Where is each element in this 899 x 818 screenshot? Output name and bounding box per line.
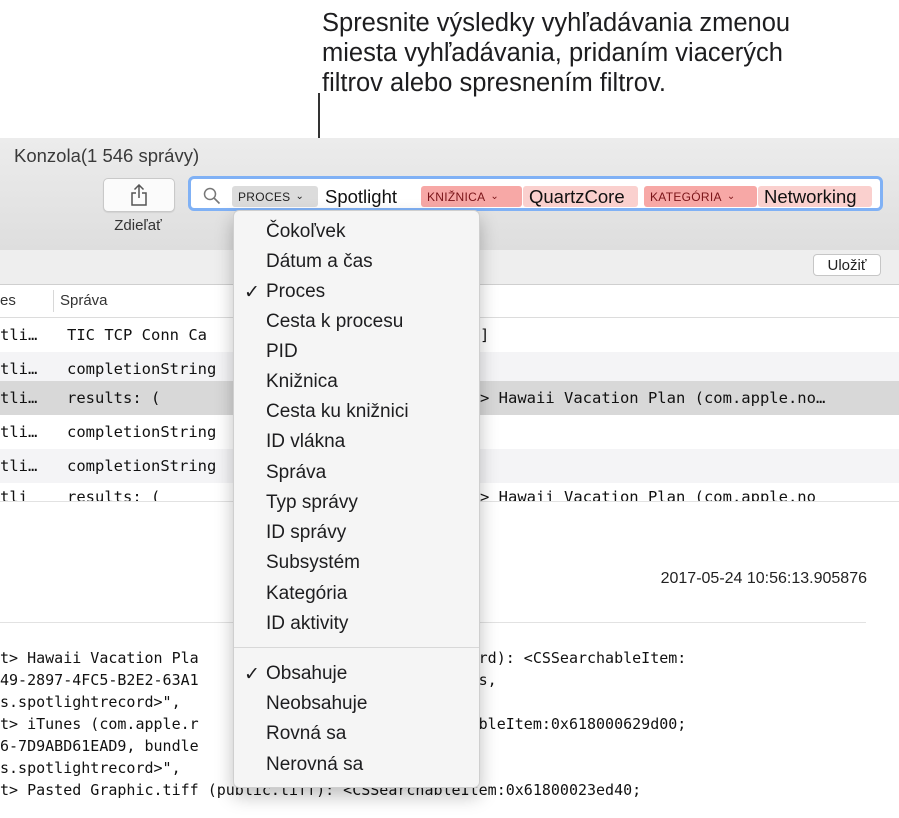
- menu-item-label: Cesta k procesu: [266, 311, 404, 332]
- menu-item-pid[interactable]: PID: [234, 337, 479, 367]
- row-message: TIC TCP Conn Ca: [67, 326, 207, 344]
- token-category-selector-label: KATEGÓRIA: [650, 189, 722, 204]
- chevron-down-icon: ⌄: [726, 191, 736, 202]
- menu-item-label: ID vlákna: [266, 431, 346, 452]
- window-title: Konzola(1 546 správy): [14, 145, 200, 166]
- callout-line-1: Spresnite výsledky vyhľadávania zmenou: [322, 9, 791, 37]
- token-process-selector[interactable]: PROCES ⌄: [232, 186, 318, 207]
- menu-item-label: Čokoľvek: [266, 221, 346, 242]
- menu-item-label: Správa: [266, 462, 327, 483]
- menu-separator: [234, 647, 479, 648]
- row-message: completionString: [67, 360, 217, 378]
- share-label: Zdieľať: [114, 217, 162, 234]
- checkmark-icon: ✓: [244, 664, 260, 685]
- row-process: tli…: [0, 423, 38, 441]
- search-field-menu: Čokoľvek Dátum a čas ✓ Proces Cesta k pr…: [233, 210, 480, 788]
- token-library-value[interactable]: QuartzCore: [523, 186, 638, 207]
- token-library-selector[interactable]: KNIŽNICA ⌄: [421, 186, 522, 207]
- save-button[interactable]: Uložiť: [813, 254, 881, 276]
- menu-item-label: PID: [266, 341, 298, 362]
- search-field[interactable]: PROCES ⌄ Spotlight KNIŽNICA ⌄ QuartzCore…: [188, 176, 883, 211]
- menu-item-label: Neobsahuje: [266, 693, 368, 714]
- menu-item-message-id[interactable]: ID správy: [234, 518, 479, 548]
- menu-item-label: Dátum a čas: [266, 251, 373, 272]
- row-message: completionString: [67, 457, 217, 475]
- menu-item-label: Typ správy: [266, 492, 358, 513]
- menu-item-label: Proces: [266, 281, 326, 302]
- menu-item-library-path[interactable]: Cesta ku knižnici: [234, 397, 479, 427]
- column-divider[interactable]: [53, 290, 54, 312]
- detail-timestamp: 2017-05-24 10:56:13.905876: [660, 570, 867, 587]
- menu-item-library[interactable]: Knižnica: [234, 367, 479, 397]
- chevron-down-icon: ⌄: [490, 191, 500, 202]
- column-header-message[interactable]: Správa: [60, 292, 108, 309]
- callout-line-2: miesta vyhľadávania, pridaním viacerých: [322, 39, 783, 67]
- menu-item-date-time[interactable]: Dátum a čas: [234, 247, 479, 277]
- menu-item-process-path[interactable]: Cesta k procesu: [234, 307, 479, 337]
- log-line: 6-7D9ABD61EAD9, bundle: [0, 737, 199, 755]
- menu-item-label: ID aktivity: [266, 613, 349, 634]
- menu-item-does-not-contain[interactable]: Neobsahuje: [234, 689, 479, 719]
- token-process-value[interactable]: Spotlight: [319, 186, 414, 207]
- menu-item-subsystem[interactable]: Subsystém: [234, 548, 479, 578]
- row-process: tli…: [0, 389, 38, 407]
- menu-item-category[interactable]: Kategória: [234, 579, 479, 609]
- menu-item-message[interactable]: Správa: [234, 458, 479, 488]
- token-library-selector-label: KNIŽNICA: [427, 189, 486, 204]
- menu-item-label: Cesta ku knižnici: [266, 401, 409, 422]
- search-icon: [203, 187, 221, 205]
- column-header-process[interactable]: es: [0, 292, 16, 309]
- menu-item-process[interactable]: ✓ Proces: [234, 277, 479, 307]
- token-category-value[interactable]: Networking: [758, 186, 872, 207]
- menu-item-equals[interactable]: Rovná sa: [234, 719, 479, 749]
- row-process: tli: [0, 488, 28, 501]
- menu-item-message-type[interactable]: Typ správy: [234, 488, 479, 518]
- log-line: s.spotlightrecord>",: [0, 693, 181, 711]
- share-button[interactable]: [103, 178, 175, 212]
- row-message-tail: > Hawaii Vacation Plan (com.apple.no…: [480, 389, 826, 407]
- share-icon: [131, 184, 147, 206]
- chevron-down-icon: ⌄: [295, 191, 305, 202]
- menu-item-thread-id[interactable]: ID vlákna: [234, 427, 479, 457]
- menu-item-contains[interactable]: ✓ Obsahuje: [234, 659, 479, 689]
- menu-item-activity-id[interactable]: ID aktivity: [234, 609, 479, 639]
- row-message: results: (: [67, 389, 161, 407]
- row-message: results: (: [67, 488, 161, 501]
- callout-text: Spresnite výsledky vyhľadávania zmenou m…: [322, 8, 892, 98]
- menu-item-anything[interactable]: Čokoľvek: [234, 217, 479, 247]
- menu-item-label: Kategória: [266, 583, 348, 604]
- row-message: completionString: [67, 423, 217, 441]
- menu-item-label: Knižnica: [266, 371, 338, 392]
- menu-item-not-equals[interactable]: Nerovná sa: [234, 750, 479, 780]
- menu-item-label: ID správy: [266, 522, 347, 543]
- token-category-selector[interactable]: KATEGÓRIA ⌄: [644, 186, 757, 207]
- row-message-tail: > Hawaii Vacation Plan (com.apple.no: [480, 488, 816, 501]
- row-process: tli…: [0, 326, 38, 344]
- menu-item-label: Nerovná sa: [266, 754, 364, 775]
- callout-line-3: filtrov alebo spresnením filtrov.: [322, 69, 666, 97]
- row-process: tli…: [0, 457, 38, 475]
- menu-item-label: Rovná sa: [266, 723, 347, 744]
- menu-item-label: Obsahuje: [266, 663, 348, 684]
- menu-item-label: Subsystém: [266, 552, 360, 573]
- checkmark-icon: ✓: [244, 282, 260, 303]
- row-message-tail: ]: [480, 326, 490, 344]
- row-process: tli…: [0, 360, 38, 378]
- log-line: s.spotlightrecord>",: [0, 759, 181, 777]
- token-process-selector-label: PROCES: [238, 189, 291, 204]
